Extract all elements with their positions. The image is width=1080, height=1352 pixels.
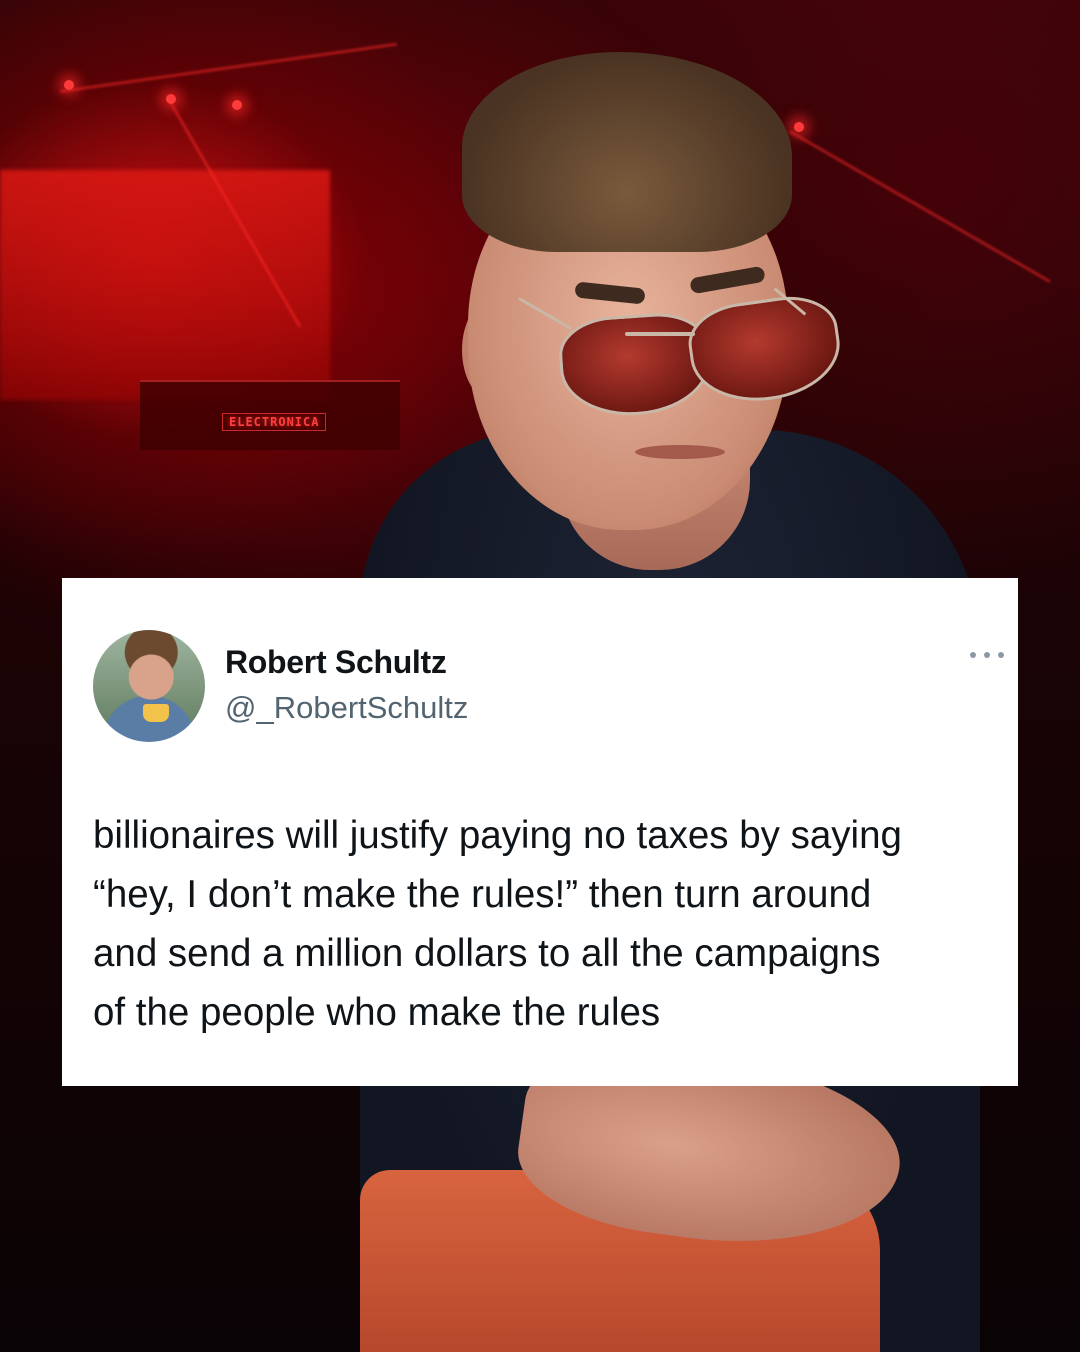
- dot-icon: [984, 652, 990, 658]
- dot-icon: [998, 652, 1004, 658]
- person-hair: [462, 52, 792, 252]
- laser-beam: [789, 130, 1051, 283]
- laser-beam: [59, 42, 397, 93]
- post-image: ELECTRONICA Robert Schultz @_RobertSchul…: [0, 0, 1080, 1352]
- more-options-icon[interactable]: [970, 648, 1004, 662]
- stage-light: [794, 122, 804, 132]
- cup-icon: [143, 704, 169, 722]
- stage-light: [232, 100, 242, 110]
- stage-light: [166, 94, 176, 104]
- display-name[interactable]: Robert Schultz: [225, 644, 447, 681]
- tweet-text: billionaires will justify paying no taxe…: [93, 814, 902, 1034]
- stage-screen: [0, 170, 330, 400]
- stage-sign: ELECTRONICA: [222, 413, 327, 431]
- sunglasses-bridge: [625, 332, 695, 336]
- avatar[interactable]: [93, 630, 205, 742]
- dot-icon: [970, 652, 976, 658]
- stage-light: [64, 80, 74, 90]
- person-mouth: [635, 445, 725, 459]
- tweet-card: Robert Schultz @_RobertSchultz billionai…: [62, 578, 1018, 1086]
- user-handle[interactable]: @_RobertSchultz: [225, 690, 468, 726]
